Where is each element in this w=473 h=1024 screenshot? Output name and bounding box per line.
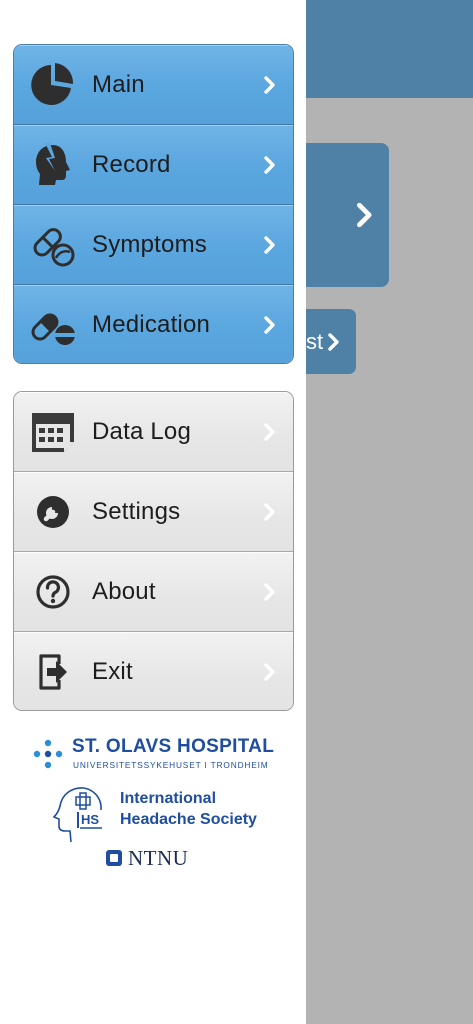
menu-item-label: Exit xyxy=(92,658,133,685)
chevron-right-icon xyxy=(264,155,275,174)
menu-item-label: Settings xyxy=(92,497,181,525)
menu-item-label: Symptoms xyxy=(92,230,207,258)
chevron-right-icon xyxy=(264,316,275,334)
st-olavs-hospital-logo: ST. OLAVS HOSPITAL UNIVERSITETSSYKEHUSET… xyxy=(32,734,282,774)
exit-icon xyxy=(29,648,77,696)
chevron-right-icon xyxy=(264,663,275,681)
wrench-icon xyxy=(29,488,77,536)
menu-item-label: Record xyxy=(92,150,171,178)
chevron-right-icon xyxy=(264,75,275,94)
ntnu-mark-icon xyxy=(106,850,122,866)
primary-menu: Main Record Symptoms Medication xyxy=(13,44,294,364)
calendar-grid-icon xyxy=(29,408,77,456)
background-button-label: st xyxy=(306,328,324,354)
svg-text:HS: HS xyxy=(81,812,99,827)
background-button[interactable]: st xyxy=(306,309,356,374)
ihs-name-line2: Headache Society xyxy=(120,811,257,828)
st-olavs-dots-icon xyxy=(33,739,63,769)
ntnu-logo: NTNU xyxy=(106,846,206,870)
menu-item-settings[interactable]: Settings xyxy=(14,472,293,552)
background-header-bar xyxy=(306,0,473,98)
menu-item-label: Main xyxy=(92,70,145,98)
menu-item-label: Data Log xyxy=(92,417,192,445)
headache-head-icon xyxy=(29,141,77,189)
chevron-right-icon xyxy=(328,332,339,351)
ntnu-text: NTNU xyxy=(128,846,189,870)
pie-chart-icon xyxy=(29,61,77,109)
chevron-right-icon xyxy=(264,502,275,521)
chevron-right-icon xyxy=(264,235,275,254)
pills-icon xyxy=(29,221,77,269)
menu-item-medication[interactable]: Medication xyxy=(14,285,293,363)
chevron-right-icon xyxy=(264,422,275,441)
st-olavs-subtitle: UNIVERSITETSSYKEHUSET I TRONDHEIM xyxy=(73,760,269,770)
background-app-screen: st xyxy=(306,0,473,1024)
chevron-right-icon xyxy=(357,202,372,228)
menu-item-data-log[interactable]: Data Log xyxy=(14,392,293,472)
navigation-drawer: Main Record Symptoms Medication Data Log… xyxy=(0,0,306,1024)
secondary-menu: Data Log Settings About Exit xyxy=(13,391,294,711)
menu-item-label: Medication xyxy=(92,311,211,338)
menu-item-exit[interactable]: Exit xyxy=(14,632,293,710)
ihs-head-icon: HS xyxy=(52,787,102,843)
question-icon xyxy=(29,568,77,616)
ihs-logo: HS International Headache Society xyxy=(50,784,270,846)
menu-item-label: About xyxy=(92,577,156,605)
menu-item-main[interactable]: Main xyxy=(14,45,293,125)
menu-item-about[interactable]: About xyxy=(14,552,293,632)
chevron-right-icon xyxy=(264,582,275,601)
ihs-name-line1: International xyxy=(120,790,217,807)
background-card[interactable] xyxy=(306,143,389,287)
menu-item-symptoms[interactable]: Symptoms xyxy=(14,205,293,285)
menu-item-record[interactable]: Record xyxy=(14,125,293,205)
medication-icon xyxy=(29,301,77,349)
st-olavs-title: ST. OLAVS HOSPITAL xyxy=(72,736,275,757)
